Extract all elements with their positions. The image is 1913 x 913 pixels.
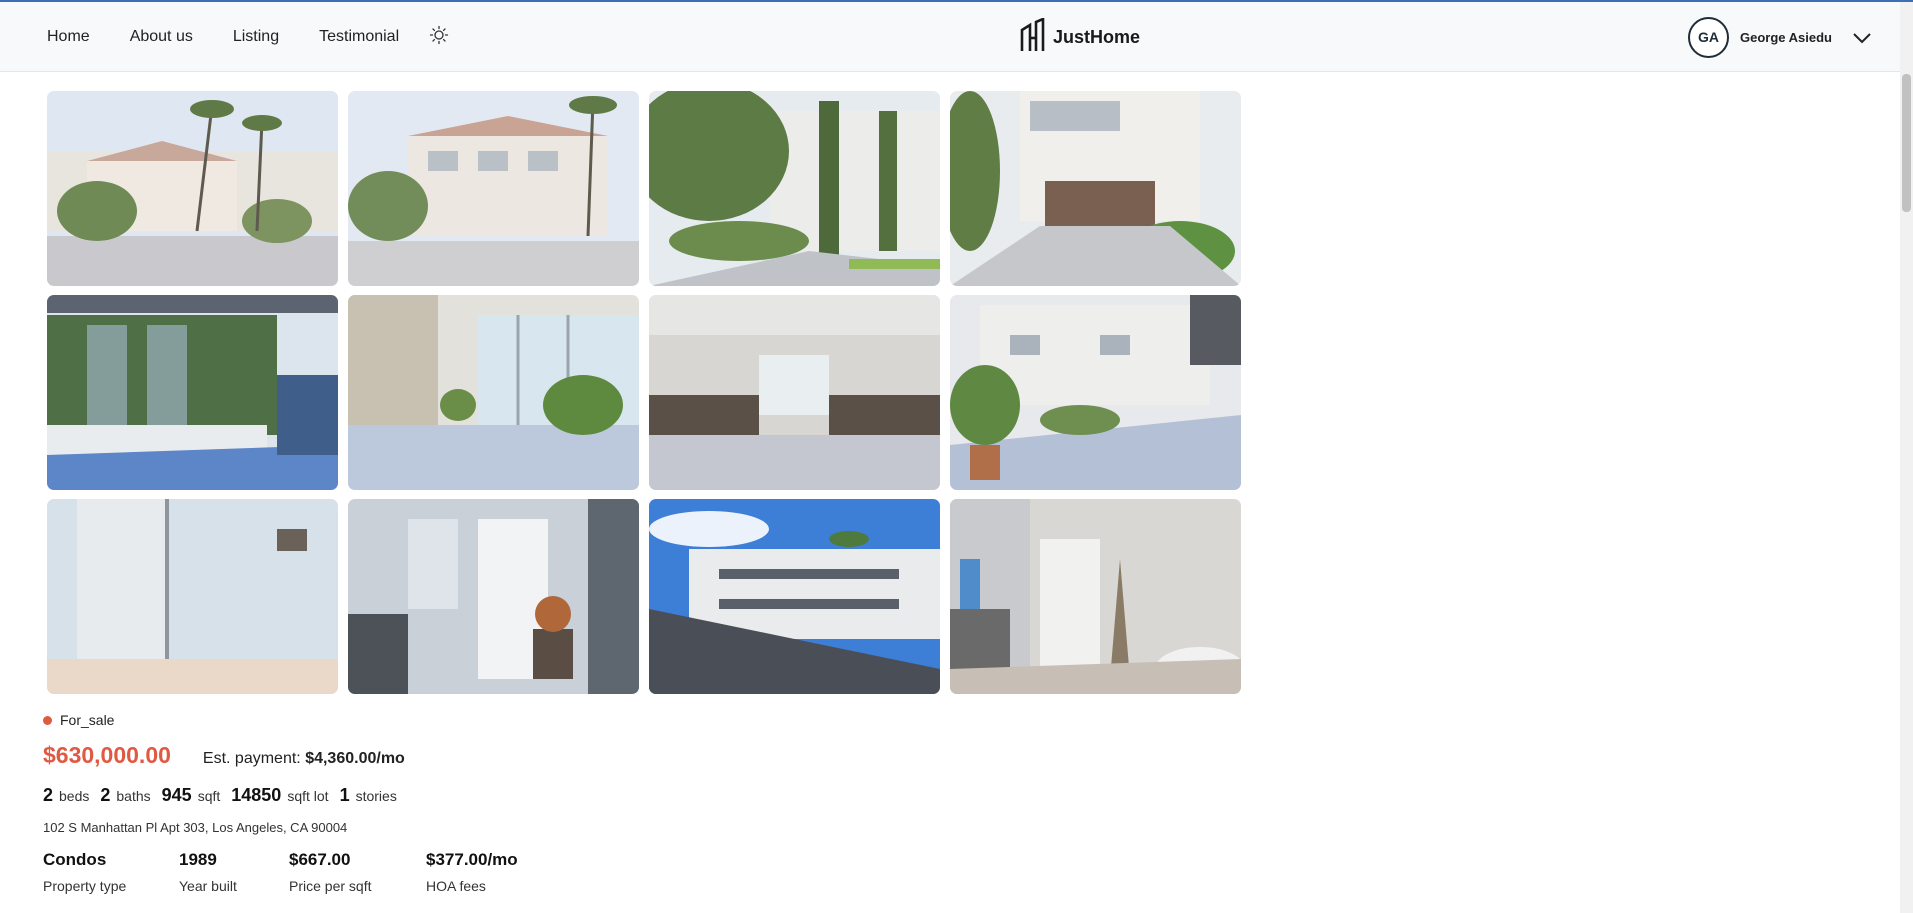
nav-home-link[interactable]: Home bbox=[47, 28, 90, 46]
gallery-photo[interactable] bbox=[47, 499, 338, 694]
stat-property-type: Condos Property type bbox=[43, 850, 179, 894]
photo-gallery bbox=[47, 91, 1241, 694]
baths-count: 2 bbox=[100, 785, 111, 805]
listing-price: $630,000.00 bbox=[43, 742, 171, 768]
status-label: For_sale bbox=[60, 712, 115, 728]
gallery-photo[interactable] bbox=[950, 295, 1241, 490]
stat-hoa-fees: $377.00/mo HOA fees bbox=[426, 850, 566, 894]
property-facts: 2 beds 2 baths 945 sqft 14850 sqft lot 1… bbox=[43, 785, 566, 806]
gallery-photo[interactable] bbox=[950, 91, 1241, 286]
stat-label: Price per sqft bbox=[289, 878, 372, 894]
user-name: George Asiedu bbox=[1740, 29, 1832, 45]
stat-label: Year built bbox=[179, 878, 237, 894]
nav-about-link[interactable]: About us bbox=[130, 28, 193, 46]
building-logo-icon bbox=[1019, 16, 1045, 57]
status-dot bbox=[43, 715, 52, 725]
site-header: Home About us Listing Testimonial JustHo… bbox=[0, 2, 1900, 72]
stat-value: Condos bbox=[43, 850, 107, 869]
gallery-photo[interactable] bbox=[649, 499, 940, 694]
sun-icon[interactable] bbox=[429, 25, 449, 45]
estimated-payment: Est. payment: $4,360.00/mo bbox=[203, 750, 405, 768]
gallery-photo[interactable] bbox=[649, 295, 940, 490]
scrollbar-thumb[interactable] bbox=[1902, 74, 1911, 212]
stat-value: $667.00 bbox=[289, 850, 351, 869]
gallery-photo[interactable] bbox=[47, 295, 338, 490]
gallery-photo[interactable] bbox=[649, 91, 940, 286]
nav-listing-link[interactable]: Listing bbox=[233, 28, 279, 46]
brand-name: JustHome bbox=[1053, 26, 1141, 47]
gallery-photo[interactable] bbox=[348, 295, 639, 490]
beds-unit: beds bbox=[59, 788, 90, 804]
stat-label: HOA fees bbox=[426, 878, 486, 894]
est-payment-label: Est. payment: bbox=[202, 750, 301, 767]
gallery-photo[interactable] bbox=[950, 499, 1241, 694]
sqft-count: 945 bbox=[161, 785, 192, 805]
listing-details: For_sale $630,000.00 Est. payment: $4,36… bbox=[43, 712, 566, 894]
gallery-photo[interactable] bbox=[348, 499, 639, 694]
property-stats: Condos Property type 1989 Year built $66… bbox=[43, 850, 566, 894]
est-payment-value: $4,360.00/mo bbox=[305, 750, 405, 767]
beds-count: 2 bbox=[43, 785, 54, 805]
price-row: $630,000.00 Est. payment: $4,360.00/mo bbox=[43, 742, 566, 769]
avatar[interactable]: GA bbox=[1688, 16, 1729, 58]
stories-count: 1 bbox=[339, 785, 350, 805]
nav-testimonial-link[interactable]: Testimonial bbox=[319, 28, 399, 46]
main-nav: Home About us Listing Testimonial bbox=[47, 2, 449, 72]
gallery-photo[interactable] bbox=[348, 91, 639, 286]
user-menu[interactable]: GA George Asiedu bbox=[1688, 2, 1872, 72]
lot-sqft-unit: sqft lot bbox=[287, 788, 329, 804]
brand-logo[interactable]: JustHome bbox=[1019, 2, 1140, 72]
property-address: 102 S Manhattan Pl Apt 303, Los Angeles,… bbox=[43, 820, 348, 835]
stat-label: Property type bbox=[43, 878, 127, 894]
status-badge: For_sale bbox=[43, 712, 566, 728]
stat-value: 1989 bbox=[179, 850, 217, 869]
stories-unit: stories bbox=[355, 788, 397, 804]
stat-value: $377.00/mo bbox=[426, 850, 518, 869]
chevron-down-icon[interactable] bbox=[1852, 31, 1872, 44]
sqft-unit: sqft bbox=[197, 788, 221, 804]
gallery-photo[interactable] bbox=[47, 91, 338, 286]
baths-unit: baths bbox=[116, 788, 151, 804]
page-scrollbar[interactable] bbox=[1900, 2, 1913, 913]
stat-year-built: 1989 Year built bbox=[179, 850, 289, 894]
lot-sqft-count: 14850 bbox=[231, 785, 282, 805]
stat-price-per-sqft: $667.00 Price per sqft bbox=[289, 850, 426, 894]
